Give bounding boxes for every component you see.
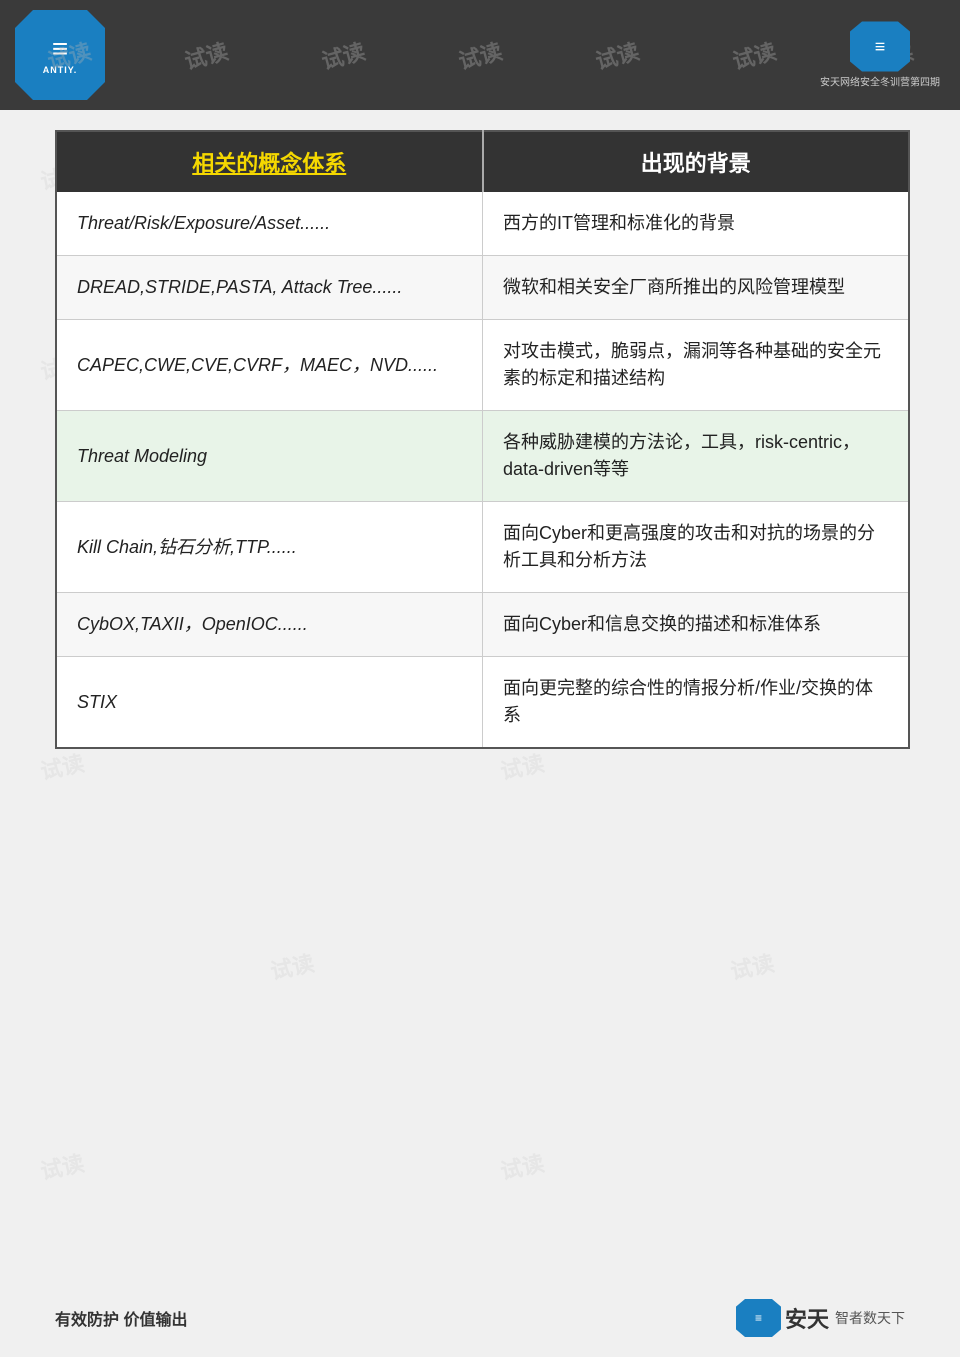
- footer-brand-sub: 智者数天下: [835, 1308, 905, 1328]
- header-right-text: 安天网络安全冬训营第四期: [820, 74, 940, 89]
- table-row: Threat/Risk/Exposure/Asset......西方的IT管理和…: [56, 192, 909, 256]
- logo: ≡ ANTIY.: [15, 10, 105, 100]
- footer-brand-area: ≡ 安天 智者数天下: [736, 1299, 905, 1337]
- footer-left-text: 有效防护 价值输出: [55, 1306, 187, 1330]
- table-cell-right: 面向更完整的综合性的情报分析/作业/交换的体系: [483, 657, 910, 749]
- table-cell-left: CAPEC,CWE,CVE,CVRF，MAEC，NVD......: [56, 320, 483, 411]
- table-cell-left: Kill Chain,钻石分析,TTP......: [56, 502, 483, 593]
- logo-icon: ≡: [52, 35, 68, 63]
- footer-antiy-icon: ≡: [736, 1299, 781, 1337]
- table-row: Threat Modeling各种威胁建模的方法论，工具，risk-centri…: [56, 411, 909, 502]
- logo-text: ANTIY.: [43, 65, 78, 75]
- col-right-header: 出现的背景: [483, 131, 910, 192]
- main-content: 相关的概念体系 出现的背景 Threat/Risk/Exposure/Asset…: [55, 130, 910, 749]
- body-wm-11: 试读: [267, 946, 317, 986]
- page-header: ≡ ANTIY. 试读 试读 试读 试读 试读 试读 试读 ≡ 安天网络安全冬训…: [0, 0, 960, 110]
- table-row: CybOX,TAXII，OpenIOC......面向Cyber和信息交换的描述…: [56, 593, 909, 657]
- header-watermark-area: 试读 试读 试读 试读 试读 试读 试读: [0, 0, 960, 110]
- body-wm-13: 试读: [37, 1146, 87, 1186]
- table-row: DREAD,STRIDE,PASTA, Attack Tree......微软和…: [56, 256, 909, 320]
- watermark-3: 试读: [317, 34, 368, 76]
- table-cell-right: 微软和相关安全厂商所推出的风险管理模型: [483, 256, 910, 320]
- body-wm-9: 试读: [37, 746, 87, 786]
- watermark-4: 试读: [455, 34, 506, 76]
- watermark-5: 试读: [592, 34, 643, 76]
- table-cell-left: STIX: [56, 657, 483, 749]
- header-right-brand: ≡ 安天网络安全冬训营第四期: [820, 22, 940, 89]
- concept-table: 相关的概念体系 出现的背景 Threat/Risk/Exposure/Asset…: [55, 130, 910, 749]
- watermark-2: 试读: [180, 34, 231, 76]
- table-cell-left: DREAD,STRIDE,PASTA, Attack Tree......: [56, 256, 483, 320]
- col-left-header: 相关的概念体系: [56, 131, 483, 192]
- table-row: Kill Chain,钻石分析,TTP......面向Cyber和更高强度的攻击…: [56, 502, 909, 593]
- table-cell-right: 面向Cyber和信息交换的描述和标准体系: [483, 593, 910, 657]
- body-wm-10: 试读: [497, 746, 547, 786]
- table-cell-right: 各种威胁建模的方法论，工具，risk-centric，data-driven等等: [483, 411, 910, 502]
- table-cell-left: Threat/Risk/Exposure/Asset......: [56, 192, 483, 256]
- table-cell-right: 对攻击模式，脆弱点，漏洞等各种基础的安全元素的标定和描述结构: [483, 320, 910, 411]
- table-cell-right: 面向Cyber和更高强度的攻击和对抗的场景的分析工具和分析方法: [483, 502, 910, 593]
- table-cell-right: 西方的IT管理和标准化的背景: [483, 192, 910, 256]
- table-header-row: 相关的概念体系 出现的背景: [56, 131, 909, 192]
- footer-brand: ≡ 安天 智者数天下: [736, 1299, 905, 1337]
- page-footer: 有效防护 价值输出 ≡ 安天 智者数天下: [55, 1299, 905, 1337]
- table-row: STIX面向更完整的综合性的情报分析/作业/交换的体系: [56, 657, 909, 749]
- table-row: CAPEC,CWE,CVE,CVRF，MAEC，NVD......对攻击模式，脆…: [56, 320, 909, 411]
- body-wm-14: 试读: [497, 1146, 547, 1186]
- footer-brand-text: 安天: [785, 1302, 829, 1334]
- table-cell-left: Threat Modeling: [56, 411, 483, 502]
- watermark-6: 试读: [729, 34, 780, 76]
- body-wm-12: 试读: [727, 946, 777, 986]
- brand-icon: ≡: [850, 22, 910, 72]
- table-cell-left: CybOX,TAXII，OpenIOC......: [56, 593, 483, 657]
